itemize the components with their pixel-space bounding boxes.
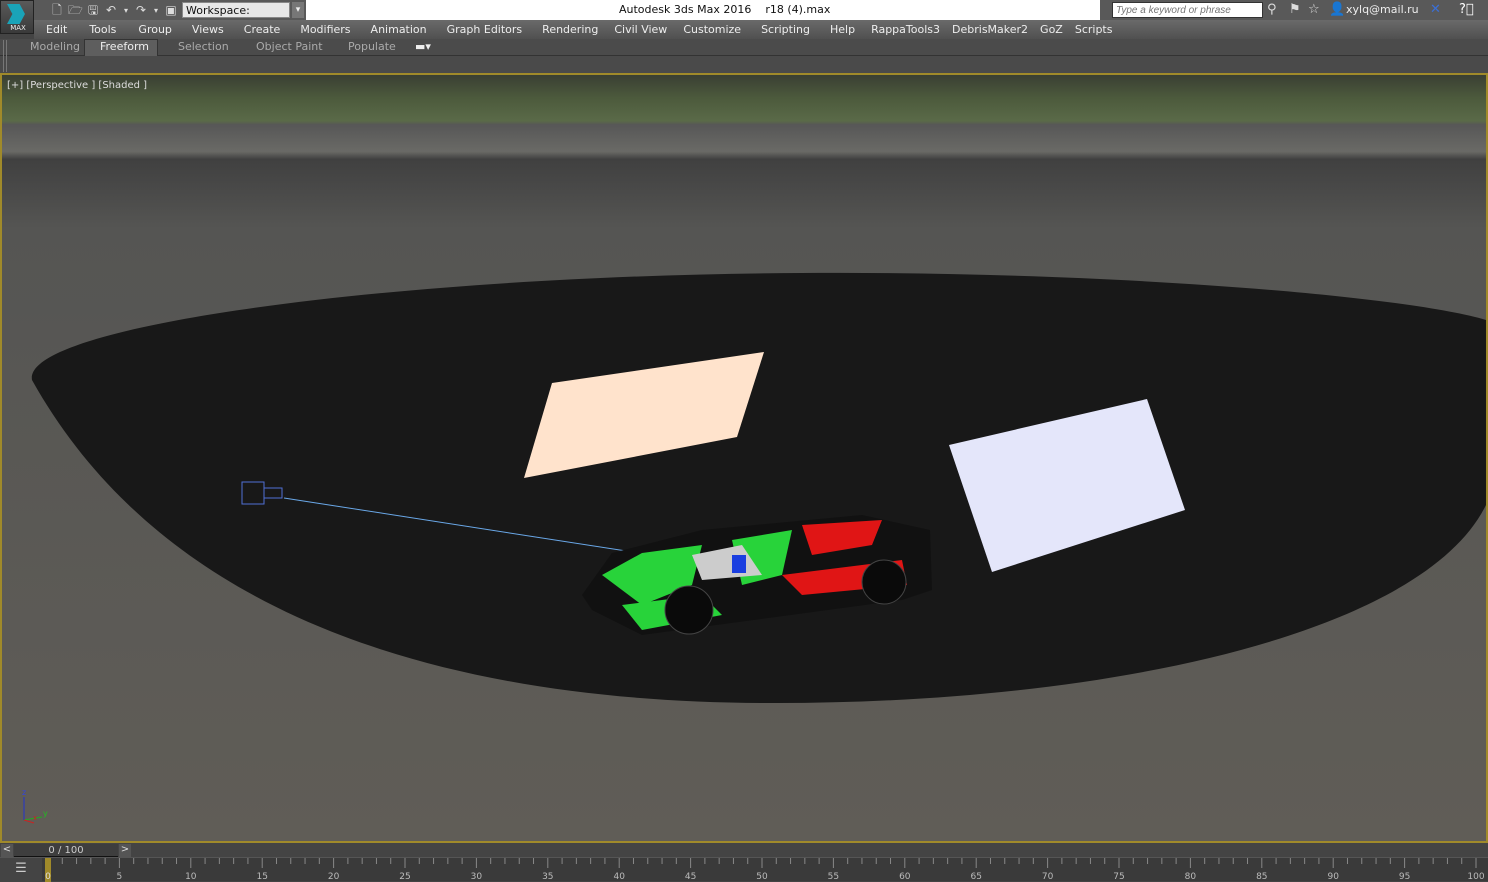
tab-selection[interactable]: Selection bbox=[178, 40, 229, 53]
ribbon-grip-handle[interactable] bbox=[3, 40, 7, 72]
ribbon-panel bbox=[0, 56, 1488, 74]
menu-animation[interactable]: Animation bbox=[371, 23, 427, 36]
tab-populate[interactable]: Populate bbox=[348, 40, 396, 53]
menu-rappatools3[interactable]: RappaTools3 bbox=[871, 23, 940, 36]
save-icon[interactable]: 🖫 bbox=[86, 3, 100, 17]
axis-z-label: z bbox=[22, 788, 26, 797]
qat-customize-icon[interactable]: ▾ bbox=[292, 2, 304, 18]
subscription-icon[interactable]: ⚑ bbox=[1289, 2, 1301, 17]
menu-civil-view[interactable]: Civil View bbox=[614, 23, 667, 36]
axis-x-label: x bbox=[33, 814, 37, 822]
menu-goz[interactable]: GoZ bbox=[1040, 23, 1063, 36]
menu-rendering[interactable]: Rendering bbox=[542, 23, 598, 36]
axis-y-label: y bbox=[43, 809, 48, 818]
application-menu-button[interactable]: MAX bbox=[0, 0, 34, 34]
menu-tools[interactable]: Tools bbox=[89, 23, 116, 36]
exchange-icon[interactable]: ✕ bbox=[1430, 2, 1441, 17]
time-slider[interactable]: 0 / 100 bbox=[14, 844, 118, 857]
tab-freeform[interactable]: Freeform bbox=[100, 40, 149, 53]
tab-modeling[interactable]: Modeling bbox=[30, 40, 80, 53]
tab-object-paint[interactable]: Object Paint bbox=[256, 40, 323, 53]
user-icon[interactable]: 👤 bbox=[1329, 2, 1345, 17]
3dsmax-logo-icon bbox=[7, 4, 25, 24]
menu-help[interactable]: Help bbox=[830, 23, 855, 36]
undo-icon[interactable]: ↶ bbox=[104, 3, 118, 17]
binoculars-icon[interactable]: ⚲ bbox=[1267, 2, 1277, 17]
menu-create[interactable]: Create bbox=[244, 23, 281, 36]
menu-modifiers[interactable]: Modifiers bbox=[300, 23, 350, 36]
menu-edit[interactable]: Edit bbox=[46, 23, 67, 36]
favorites-star-icon[interactable]: ☆ bbox=[1308, 2, 1320, 17]
search-input[interactable] bbox=[1112, 2, 1263, 18]
menu-bar: Edit Tools Group Views Create Modifiers … bbox=[34, 20, 1488, 39]
menu-scripts[interactable]: Scripts bbox=[1075, 23, 1113, 36]
menu-scripting[interactable]: Scripting bbox=[761, 23, 810, 36]
workspace-dropdown[interactable]: Workspace: Default bbox=[182, 2, 290, 33]
window-title: Autodesk 3ds Max 2016 r18 (4).max bbox=[619, 3, 831, 16]
user-account[interactable]: xylq@mail.ru bbox=[1346, 3, 1419, 16]
menu-graph-editors[interactable]: Graph Editors bbox=[447, 23, 523, 36]
menu-group[interactable]: Group bbox=[138, 23, 172, 36]
ribbon-tabs: Modeling Freeform Selection Object Paint… bbox=[0, 39, 1488, 56]
project-icon[interactable]: ▣ bbox=[164, 3, 178, 17]
redo-icon[interactable]: ↷ bbox=[134, 3, 148, 17]
redo-dropdown-icon[interactable]: ▾ bbox=[152, 4, 160, 17]
open-icon[interactable]: 🗁 bbox=[68, 3, 83, 17]
undo-dropdown-icon[interactable]: ▾ bbox=[122, 4, 130, 17]
timeline-ruler[interactable]: 5 10 15 20 25 30 35 40 45 50 55 60 65 70 75 80 85 90 95 100… bbox=[0, 858, 1488, 882]
track-bar[interactable]: ☰ 5 10 15 20 25 30 35 40 45 50 55 60 65 70 75 80 85 90 95 1… bbox=[0, 857, 1488, 882]
menu-debrismaker2[interactable]: DebrisMaker2 bbox=[952, 23, 1028, 36]
viewport-scene: z y x bbox=[2, 75, 1486, 841]
perspective-viewport[interactable]: [+] [Perspective ] [Shaded ] z y x bbox=[0, 73, 1488, 843]
logo-label: MAX bbox=[10, 24, 26, 32]
time-next-button[interactable]: > bbox=[119, 844, 131, 857]
new-icon[interactable]: 🗋 bbox=[50, 3, 64, 17]
time-slider-bar: < 0 / 100 > bbox=[0, 843, 1488, 857]
help-icon[interactable]: ?⃝ bbox=[1459, 2, 1474, 17]
time-prev-button[interactable]: < bbox=[1, 844, 13, 857]
viewport-label[interactable]: [+] [Perspective ] [Shaded ] bbox=[7, 80, 147, 91]
menu-views[interactable]: Views bbox=[192, 23, 224, 36]
ribbon-options-icon[interactable]: ▬▾ bbox=[415, 40, 431, 53]
menu-customize[interactable]: Customize bbox=[683, 23, 741, 36]
